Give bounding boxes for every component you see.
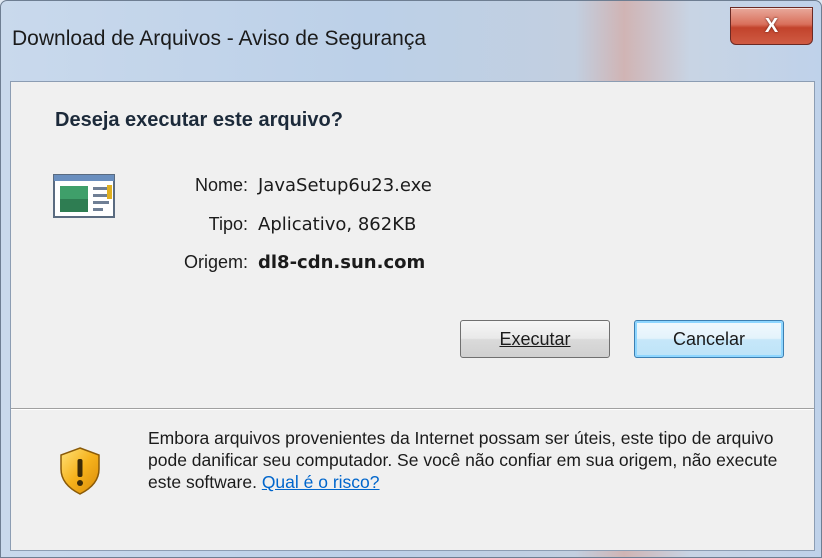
warning-text: Embora arquivos provenientes da Internet… — [148, 428, 778, 492]
file-origin-value: dl8-cdn.sun.com — [258, 252, 426, 273]
type-label: Tipo: — [208, 214, 248, 234]
section-divider — [11, 408, 814, 410]
security-warning-dialog: Download de Arquivos - Aviso de Seguranç… — [0, 0, 822, 558]
close-icon: X — [764, 14, 779, 37]
file-type-value: Aplicativo, 862KB — [258, 214, 417, 235]
security-shield-icon — [60, 447, 100, 495]
risk-info-link[interactable]: Qual é o risco? — [262, 472, 380, 492]
run-button-label: Executar — [499, 328, 571, 349]
window-title: Download de Arquivos - Aviso de Seguranç… — [12, 27, 427, 50]
cancel-button-label: Cancelar — [672, 328, 746, 349]
run-button[interactable]: Executar — [460, 320, 610, 358]
name-label: Nome: — [194, 175, 248, 195]
dialog-body: Deseja executar este arquivo? Nome: Java… — [10, 81, 815, 551]
origin-label: Origem: — [183, 252, 248, 272]
file-name-value: JavaSetup6u23.exe — [258, 175, 432, 196]
cancel-button[interactable]: Cancelar — [634, 320, 784, 358]
title-bar[interactable]: Download de Arquivos - Aviso de Seguranç… — [1, 1, 821, 81]
security-warning-message: Embora arquivos provenientes da Internet… — [148, 427, 808, 493]
close-button[interactable]: X — [730, 7, 813, 45]
dialog-question: Deseja executar este arquivo? — [55, 109, 343, 131]
